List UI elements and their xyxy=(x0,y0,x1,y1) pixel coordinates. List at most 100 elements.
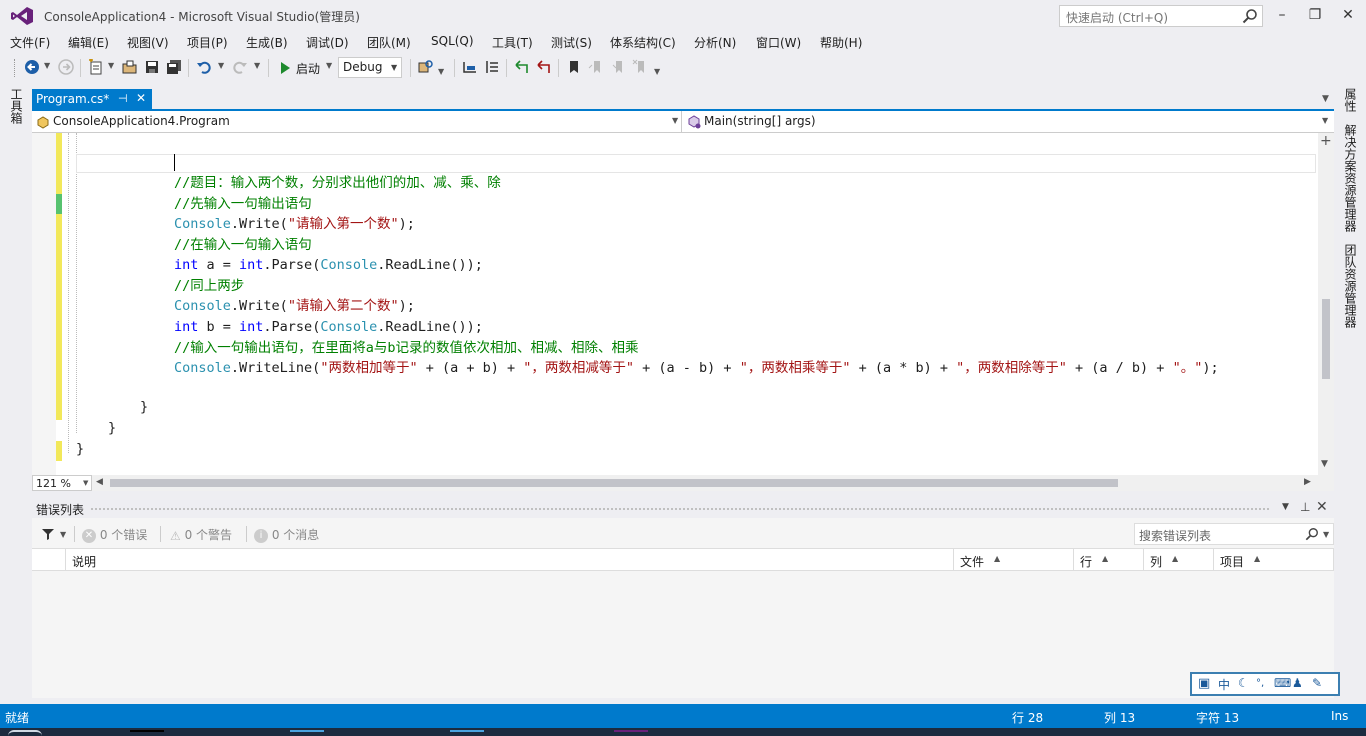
menu-debug[interactable]: 调试(D) xyxy=(306,34,349,51)
tab-overflow-dropdown-icon[interactable]: ▼ xyxy=(1322,94,1329,104)
start-dropdown-caret[interactable]: ▼ xyxy=(326,61,332,70)
minimize-button[interactable]: – xyxy=(1272,5,1292,25)
taskbar-app-console[interactable] xyxy=(130,730,164,736)
menu-edit[interactable]: 编辑(E) xyxy=(68,34,109,51)
menu-team[interactable]: 团队(M) xyxy=(367,34,411,51)
code-token: .ReadLine()); xyxy=(377,319,483,335)
error-list-body[interactable] xyxy=(32,572,1334,698)
vertical-scroll-thumb[interactable] xyxy=(1322,299,1330,379)
undo-icon[interactable] xyxy=(196,59,212,75)
maximize-button[interactable]: ❐ xyxy=(1305,5,1325,25)
start-orb-icon[interactable] xyxy=(8,730,42,736)
column-header-project[interactable]: 项目 ▲ xyxy=(1214,549,1334,571)
save-icon[interactable] xyxy=(144,59,160,75)
ime-keyboard-icon[interactable]: ⌨ xyxy=(1274,676,1291,690)
split-window-handle-icon[interactable]: + xyxy=(1320,133,1332,149)
menu-analyze[interactable]: 分析(N) xyxy=(694,34,736,51)
new-project-dropdown-caret[interactable]: ▼ xyxy=(108,61,114,70)
forward-icon[interactable] xyxy=(58,59,74,75)
quick-launch-input[interactable]: 快速启动 (Ctrl+Q) xyxy=(1059,5,1263,27)
back-icon[interactable] xyxy=(24,59,40,75)
code-line: int b = int.Parse(Console.ReadLine()); xyxy=(174,317,483,337)
column-header-description[interactable]: 说明 xyxy=(66,549,954,571)
toolbar-grip[interactable] xyxy=(14,59,15,77)
new-project-icon[interactable] xyxy=(88,59,104,75)
filter-icon[interactable] xyxy=(42,528,54,540)
ime-user-icon[interactable]: ♟ xyxy=(1292,676,1303,690)
team-explorer-tab[interactable]: 团队资源管理器 xyxy=(1342,244,1359,328)
ime-punctuation-icon[interactable]: °, xyxy=(1256,678,1264,689)
horizontal-scroll-thumb[interactable] xyxy=(110,479,1118,487)
ime-grid-icon[interactable]: ▣ xyxy=(1198,676,1210,691)
pin-icon[interactable]: ⊣ xyxy=(118,92,128,105)
undo-dropdown-caret[interactable]: ▼ xyxy=(218,61,224,70)
messages-filter-toggle[interactable]: i 0 个消息 xyxy=(254,526,319,543)
toolbar-overflow-caret[interactable]: ▼ xyxy=(438,67,444,76)
editor-vertical-scrollbar[interactable]: + ▼ xyxy=(1318,133,1334,475)
menu-build[interactable]: 生成(B) xyxy=(246,34,288,51)
increase-indent-icon[interactable] xyxy=(514,59,530,75)
indicator-margin xyxy=(32,133,56,475)
column-header-category[interactable] xyxy=(32,549,66,571)
menu-project[interactable]: 项目(P) xyxy=(187,34,228,51)
window-position-menu-icon[interactable]: ▼ xyxy=(1282,502,1289,512)
uncomment-icon[interactable] xyxy=(484,59,500,75)
column-header-file[interactable]: 文件 ▲ xyxy=(954,549,1074,571)
back-dropdown-caret[interactable]: ▼ xyxy=(44,61,50,70)
menu-architecture[interactable]: 体系结构(C) xyxy=(610,34,676,51)
filter-dropdown-caret[interactable]: ▼ xyxy=(60,530,66,539)
members-dropdown[interactable]: Main(string[] args) ▼ xyxy=(684,111,1334,132)
ime-settings-icon[interactable]: ✎ xyxy=(1312,676,1322,690)
errors-filter-toggle[interactable]: ✕ 0 个错误 xyxy=(82,526,147,543)
document-tab-program-cs[interactable]: Program.cs* ⊣ ✕ xyxy=(32,89,152,110)
close-icon[interactable]: ✕ xyxy=(136,91,146,105)
code-editor[interactable]: //题目：输入两个数，分别求出他们的加、减、乘、除 //先输入一句输出语句 Co… xyxy=(32,133,1334,475)
types-dropdown[interactable]: ConsoleApplication4.Program ▼ xyxy=(32,111,682,132)
menu-file[interactable]: 文件(F) xyxy=(10,34,50,51)
open-file-icon[interactable] xyxy=(122,59,138,75)
menu-sql[interactable]: SQL(Q) xyxy=(431,34,474,48)
taskbar-app-browser[interactable] xyxy=(450,730,484,736)
taskbar-app-explorer[interactable] xyxy=(290,730,324,736)
error-list-header[interactable]: 错误列表 ▼ ⊥ ✕ xyxy=(32,498,1334,518)
toolbar-overflow-caret[interactable]: ▼ xyxy=(654,67,660,76)
solution-configuration-select[interactable]: Debug ▼ xyxy=(338,57,402,78)
properties-tab[interactable]: 属性 xyxy=(1342,88,1359,112)
taskbar-app-visual-studio[interactable] xyxy=(614,730,648,736)
column-header-line[interactable]: 行 ▲ xyxy=(1074,549,1144,571)
code-token: .Parse( xyxy=(263,257,321,273)
bookmark-icon[interactable] xyxy=(566,59,582,75)
scroll-left-arrow-icon[interactable]: ◀ xyxy=(96,477,103,487)
close-button[interactable]: ✕ xyxy=(1338,5,1358,25)
zoom-level-select[interactable]: 121 % ▼ xyxy=(32,475,92,491)
toolbar-separator xyxy=(558,59,559,77)
menu-view[interactable]: 视图(V) xyxy=(127,34,169,51)
solution-explorer-tab[interactable]: 解决方案资源管理器 xyxy=(1342,124,1359,232)
redo-dropdown-caret[interactable]: ▼ xyxy=(254,61,260,70)
menu-test[interactable]: 测试(S) xyxy=(551,34,592,51)
scroll-down-arrow-icon[interactable]: ▼ xyxy=(1321,459,1328,469)
menu-help[interactable]: 帮助(H) xyxy=(820,34,862,51)
auto-hide-pin-icon[interactable]: ⊥ xyxy=(1300,500,1310,514)
close-icon[interactable]: ✕ xyxy=(1316,499,1328,515)
find-in-files-icon[interactable] xyxy=(418,59,434,75)
toolbox-tab[interactable]: 工具箱 xyxy=(8,88,25,124)
ime-language-toggle[interactable]: 中 xyxy=(1218,676,1230,693)
comment-out-icon[interactable] xyxy=(462,59,478,75)
menu-tools[interactable]: 工具(T) xyxy=(492,34,533,51)
scroll-right-arrow-icon[interactable]: ▶ xyxy=(1304,477,1311,487)
clear-bookmarks-icon[interactable] xyxy=(632,59,648,75)
warnings-filter-toggle[interactable]: ⚠ 0 个警告 xyxy=(170,526,232,543)
error-list-search-input[interactable]: 搜索错误列表 ▼ xyxy=(1134,523,1334,545)
decrease-indent-icon[interactable] xyxy=(536,59,552,75)
redo-icon[interactable] xyxy=(232,59,248,75)
panel-grip xyxy=(90,507,1270,511)
chevron-down-icon: ▼ xyxy=(1323,530,1330,539)
start-debugging-button[interactable]: 启动 xyxy=(276,57,320,79)
next-bookmark-icon[interactable] xyxy=(610,59,626,75)
save-all-icon[interactable] xyxy=(166,59,182,75)
previous-bookmark-icon[interactable] xyxy=(588,59,604,75)
ime-fullwidth-icon[interactable]: ☾ xyxy=(1238,676,1249,690)
menu-window[interactable]: 窗口(W) xyxy=(756,34,801,51)
column-header-column[interactable]: 列 ▲ xyxy=(1144,549,1214,571)
